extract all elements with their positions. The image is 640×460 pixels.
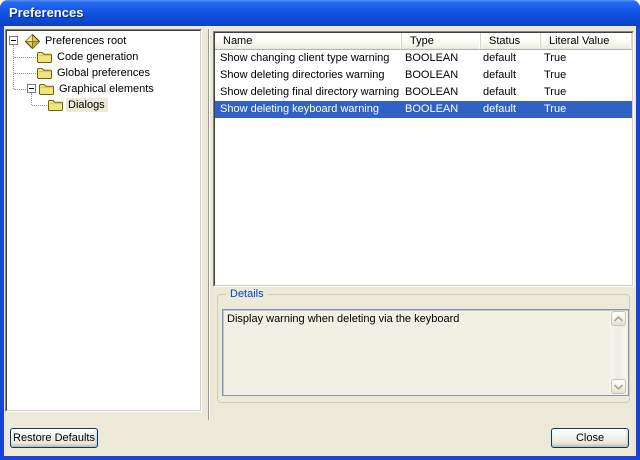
details-text: Display warning when deleting via the ke… (227, 313, 606, 325)
column-header-literal-value[interactable]: Literal Value (541, 33, 632, 49)
cell-name: Show deleting final directory warning (215, 84, 402, 101)
chevron-up-icon (614, 316, 623, 322)
cell-name: Show changing client type warning (215, 50, 402, 67)
tree-connector (31, 93, 32, 105)
cell-name: Show deleting directories warning (215, 67, 402, 84)
tree-connector (14, 57, 36, 58)
dialog-content: Preferences root Code generation Global … (4, 26, 636, 456)
tree-connector (32, 105, 47, 106)
cell-type: BOOLEAN (402, 67, 481, 84)
cell-type: BOOLEAN (402, 84, 481, 101)
details-textbox[interactable]: Display warning when deleting via the ke… (222, 309, 629, 396)
table-row-selected[interactable]: Show deleting keyboard warning BOOLEAN d… (215, 101, 632, 118)
tree-panel: Preferences root Code generation Global … (5, 29, 202, 412)
chevron-down-icon (614, 384, 623, 390)
title-bar[interactable]: Preferences (0, 0, 640, 26)
folder-icon (37, 67, 52, 79)
table-row[interactable]: Show deleting final directory warning BO… (215, 84, 632, 101)
preferences-window: Preferences (0, 0, 640, 460)
cell-status: default (481, 84, 541, 101)
cell-type: BOOLEAN (402, 101, 481, 118)
expander-minus-icon[interactable] (27, 84, 36, 93)
folder-icon (37, 51, 52, 63)
tree-item-label: Graphical elements (57, 82, 157, 96)
scroll-down-button[interactable] (611, 379, 626, 394)
diamond-icon (25, 34, 40, 49)
cell-literal-value: True (541, 84, 632, 101)
close-button[interactable]: Close (551, 428, 629, 448)
properties-table: Name Type Status Literal Value Show chan… (214, 32, 633, 286)
tree-item-label: Preferences root (43, 34, 129, 48)
cell-type: BOOLEAN (402, 50, 481, 67)
table-row[interactable]: Show deleting directories warning BOOLEA… (215, 67, 632, 84)
properties-table-panel: Name Type Status Literal Value Show chan… (213, 31, 634, 287)
details-groupbox-label: Details (226, 288, 268, 301)
expander-minus-icon[interactable] (9, 36, 18, 45)
folder-icon (48, 99, 63, 111)
cell-status: default (481, 67, 541, 84)
preferences-tree: Preferences root Code generation Global … (7, 31, 200, 113)
cell-literal-value: True (541, 67, 632, 84)
cell-name: Show deleting keyboard warning (215, 101, 402, 118)
table-header: Name Type Status Literal Value (215, 33, 632, 50)
window-title: Preferences (9, 0, 83, 26)
folder-icon (39, 83, 54, 95)
restore-defaults-button[interactable]: Restore Defaults (10, 428, 98, 448)
cell-literal-value: True (541, 50, 632, 67)
splitter-sash[interactable] (208, 29, 209, 420)
scroll-up-button[interactable] (611, 311, 626, 326)
cell-status: default (481, 50, 541, 67)
table-row[interactable]: Show changing client type warning BOOLEA… (215, 50, 632, 67)
cell-status: default (481, 101, 541, 118)
tree-connector (14, 89, 26, 90)
tree-panel-surface: Preferences root Code generation Global … (6, 30, 201, 411)
tree-item-label: Code generation (55, 50, 141, 64)
tree-connector (13, 45, 14, 89)
cell-literal-value: True (541, 101, 632, 118)
tree-item-label: Global preferences (55, 66, 153, 80)
column-header-status[interactable]: Status (481, 33, 541, 49)
column-header-name[interactable]: Name (215, 33, 402, 49)
tree-connector (14, 73, 36, 74)
tree-item-preferences-root[interactable]: Preferences root (7, 33, 200, 49)
details-scrollbar[interactable] (610, 311, 627, 394)
tree-item-label: Dialogs (66, 98, 108, 112)
column-header-type[interactable]: Type (402, 33, 481, 49)
